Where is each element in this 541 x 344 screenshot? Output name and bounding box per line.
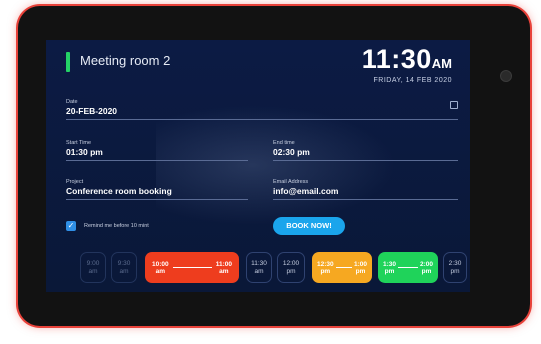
slot-930: 9:30 am [111,252,137,283]
date-field[interactable]: Date 20-FEB-2020 [66,99,458,120]
slot-dash [335,267,352,268]
end-time-field[interactable]: End time 02:30 pm [273,140,458,161]
project-value: Conference room booking [66,186,172,196]
slot-end-ampm: am [219,267,229,275]
slot-1200[interactable]: 12:00 pm [277,252,305,283]
start-time-field[interactable]: Start Time 01:30 pm [66,140,248,161]
slot-start: 12:30 [317,260,334,268]
date-value: 20-FEB-2020 [66,106,118,116]
clock-date: FRIDAY, 14 FEB 2020 [373,77,452,84]
slot-1130[interactable]: 11:30 am [246,252,272,283]
slot-start-ampm: pm [320,267,331,275]
slot-dash [172,267,212,268]
slot-ampm: pm [450,267,460,275]
date-underline [66,119,458,120]
calendar-icon[interactable] [450,101,458,109]
slot-start-ampm: am [155,267,166,275]
slot-start: 2:30 [448,259,462,267]
slot-start: 11:30 [251,259,267,267]
slot-start: 1:30 [383,260,397,268]
slot-ampm: pm [286,267,296,275]
start-time-underline [66,160,248,161]
slot-start: 9:00 [86,259,100,267]
slot-end: 11:00 [215,260,232,268]
slot-start: 9:30 [117,259,131,267]
end-time-underline [273,160,458,161]
slot-1000-1100-booked[interactable]: 10:00 am 11:00 am [145,252,239,283]
slot-end: 2:00 [419,260,433,268]
background-image [156,105,396,225]
slot-end: 1:00 [353,260,367,268]
email-value: info@email.com [273,186,339,196]
remind-checkbox[interactable]: ✓ [66,221,76,231]
book-now-button[interactable]: BOOK NOW! [273,217,345,235]
booking-screen: Meeting room 2 11:30AM FRIDAY, 14 FEB 20… [46,40,470,292]
slot-ampm: am [119,267,129,275]
clock-time: 11:30 [361,44,432,74]
slot-ampm: am [88,267,98,275]
email-field[interactable]: Email Address info@email.com [273,179,458,200]
clock: 11:30AM FRIDAY, 14 FEB 2020 [361,44,452,84]
end-time-label: End time [273,140,295,146]
slot-ampm: am [254,267,264,275]
slot-230[interactable]: 2:30 pm [443,252,467,283]
email-label: Email Address [273,179,309,185]
slot-end-ampm: pm [421,267,432,275]
project-label: Project [66,179,84,185]
project-underline [66,199,248,200]
slot-900: 9:00 am [80,252,106,283]
start-time-value: 01:30 pm [66,147,103,157]
slot-dash [398,267,418,268]
end-time-value: 02:30 pm [273,147,310,157]
room-name: Meeting room 2 [80,53,171,68]
slot-1230-100-pending[interactable]: 12:30 pm 1:00 pm [312,252,372,283]
slot-130-200-selected[interactable]: 1:30 pm 2:00 pm [378,252,438,283]
slot-start: 12:00 [282,259,300,267]
start-time-label: Start Time [66,140,92,146]
date-label: Date [66,99,78,105]
project-field[interactable]: Project Conference room booking [66,179,248,200]
slot-start-ampm: pm [384,267,395,275]
room-status-indicator [66,52,70,72]
email-underline [273,199,458,200]
clock-ampm: AM [431,56,452,71]
slot-start: 10:00 [152,260,169,268]
camera-icon [500,70,512,82]
remind-label: Remind me before 10 mint [84,223,149,229]
slot-end-ampm: pm [355,267,366,275]
